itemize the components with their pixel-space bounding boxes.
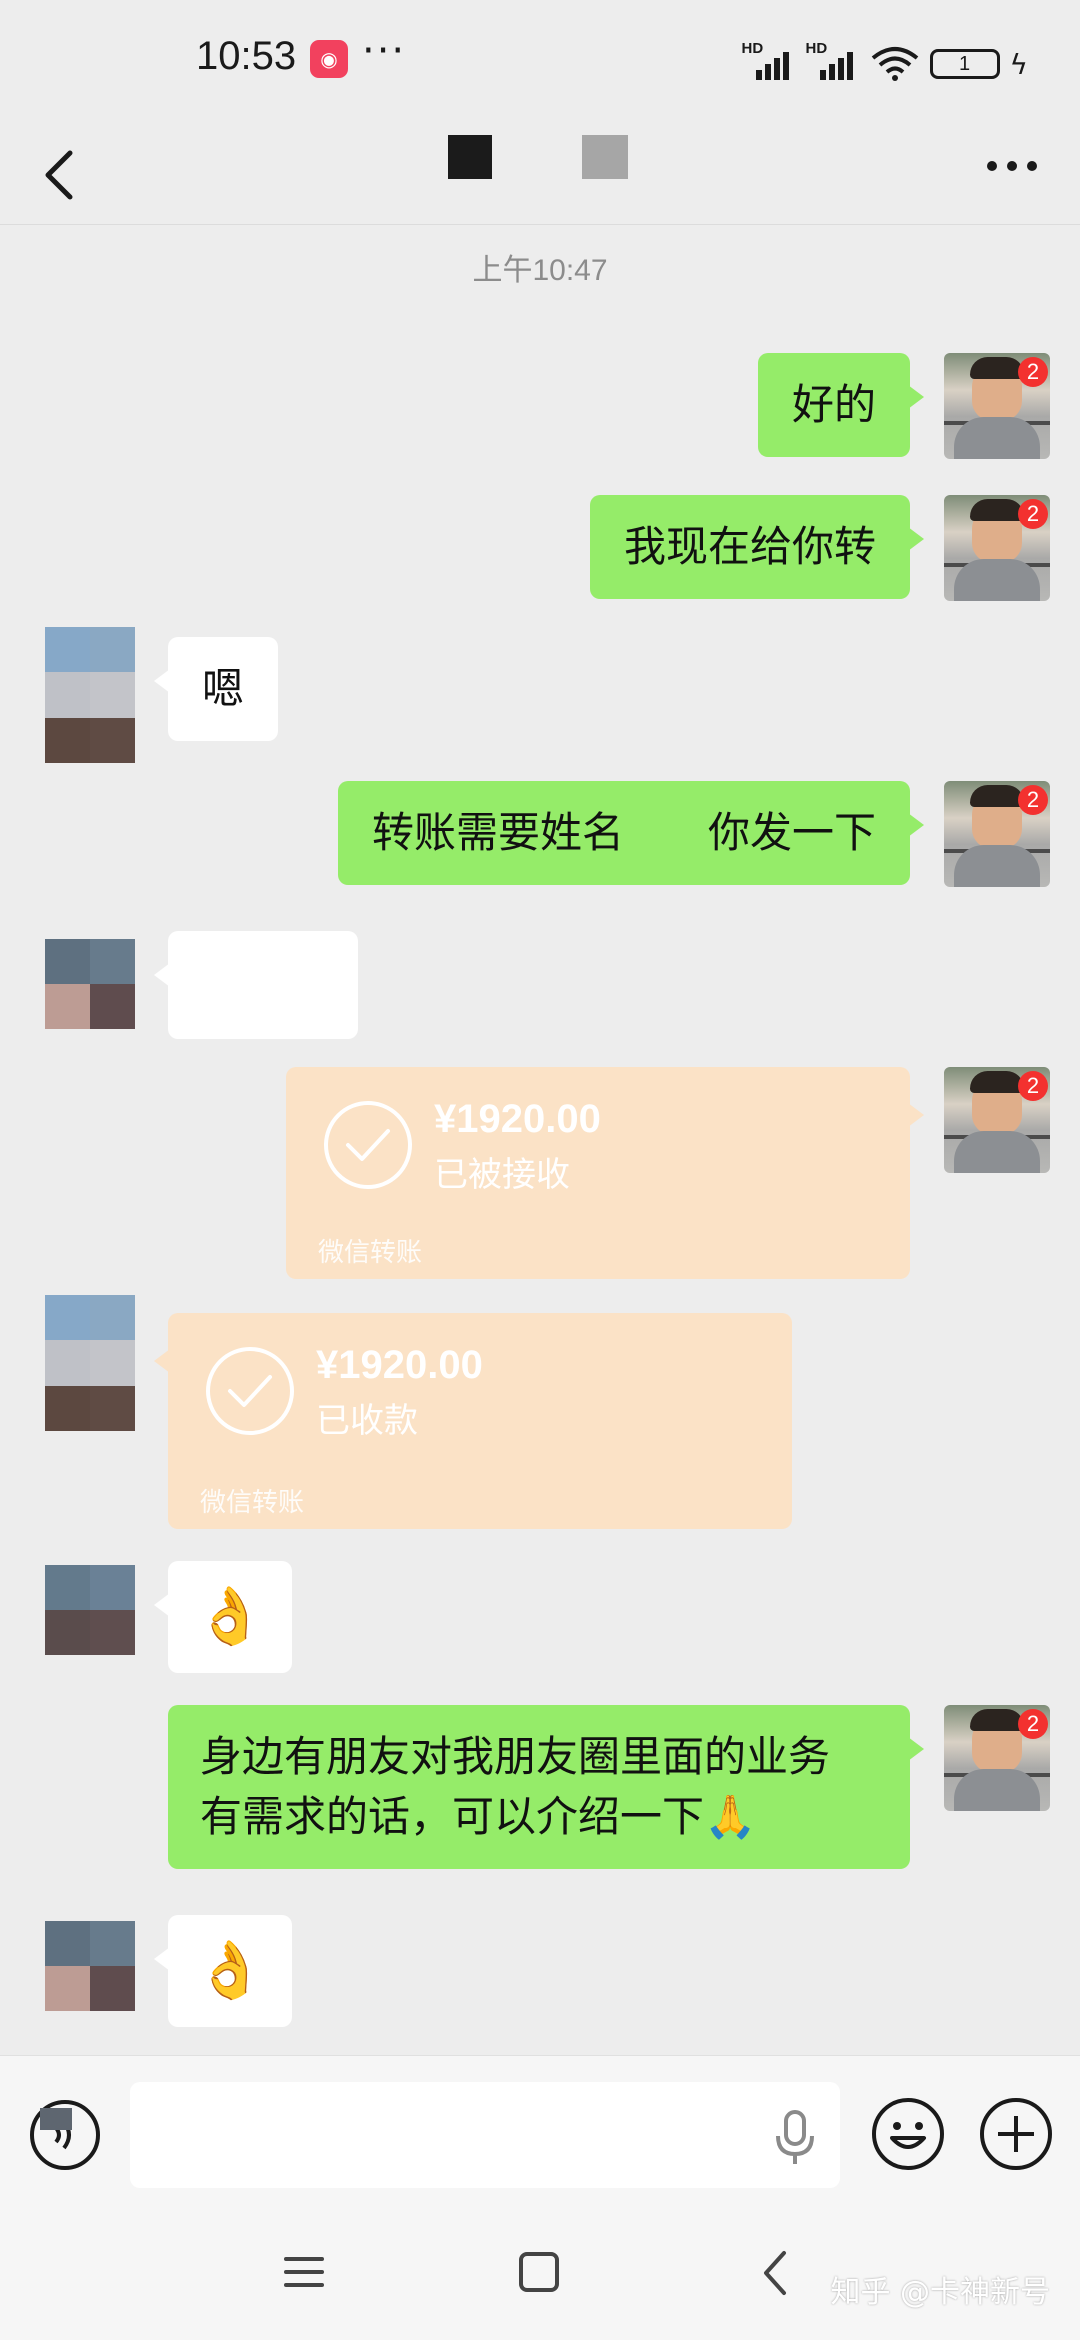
message-bubble[interactable]: 好的 bbox=[757, 353, 925, 457]
microphone-icon[interactable] bbox=[772, 2108, 818, 2168]
system-navigation: 知乎 @卡神新号 bbox=[0, 2205, 1080, 2340]
back-icon[interactable] bbox=[760, 2249, 790, 2297]
contact-name-redacted-2 bbox=[582, 135, 628, 179]
voice-mode-icon[interactable] bbox=[28, 2098, 102, 2172]
chat-header bbox=[0, 125, 1080, 225]
message-bubble[interactable]: 👌 bbox=[154, 1915, 292, 2027]
check-circle-icon bbox=[324, 1101, 412, 1189]
status-icons: HD HD 1 ϟ bbox=[742, 40, 1028, 84]
message-bubble[interactable]: 我现在给你转 bbox=[589, 495, 925, 599]
transfer-footer: 微信转账 bbox=[318, 1238, 423, 1268]
more-dots-icon[interactable] bbox=[984, 151, 1040, 181]
charging-icon: ϟ bbox=[1009, 47, 1028, 81]
message-bubble[interactable]: 身边有朋友对我朋友圈里面的业务 有需求的话，可以介绍一下🙏 bbox=[168, 1705, 924, 1869]
my-avatar[interactable]: 2 bbox=[944, 1705, 1050, 1811]
transfer-card[interactable]: ¥1920.00 已被接收 微信转账 bbox=[286, 1067, 924, 1279]
pray-emoji: 🙏 bbox=[704, 1792, 757, 1841]
input-bar bbox=[0, 2055, 1080, 2205]
transfer-status: 已收款 bbox=[316, 1401, 418, 1441]
contact-avatar[interactable] bbox=[45, 1565, 135, 1655]
ok-hand-emoji: 👌 bbox=[195, 1584, 265, 1649]
my-avatar[interactable]: 2 bbox=[944, 781, 1050, 887]
transfer-status: 已被接收 bbox=[434, 1155, 570, 1195]
avatar-badge: 2 bbox=[1018, 357, 1048, 387]
transfer-amount: ¥1920.00 bbox=[434, 1097, 601, 1141]
my-avatar[interactable]: 2 bbox=[944, 1067, 1050, 1173]
watermark: 知乎 @卡神新号 bbox=[830, 2275, 1050, 2310]
message-bubble-redacted[interactable] bbox=[154, 931, 358, 1039]
app-notification-icon: ◉ bbox=[310, 40, 348, 78]
message-bubble[interactable]: 👌 bbox=[154, 1561, 292, 1673]
avatar-badge: 2 bbox=[1018, 1071, 1048, 1101]
signal-icon-2: HD bbox=[806, 40, 860, 82]
message-bubble[interactable]: 转账需要姓名 你发一下 bbox=[337, 781, 925, 885]
message-bubble[interactable]: 嗯 bbox=[153, 637, 279, 741]
status-time: 10:53 bbox=[196, 34, 297, 78]
transfer-amount: ¥1920.00 bbox=[316, 1343, 483, 1387]
wifi-icon bbox=[871, 47, 918, 81]
message-line: 有需求的话，可以介绍一下🙏 bbox=[200, 1792, 757, 1841]
signal-hd-label-2: HD bbox=[805, 40, 828, 57]
contact-name-redacted bbox=[448, 135, 492, 179]
message-input[interactable] bbox=[130, 2082, 840, 2188]
status-bar: 10:53 ◉ ··· HD HD 1 ϟ bbox=[0, 0, 1080, 125]
avatar-badge: 2 bbox=[1018, 1709, 1048, 1739]
transfer-footer: 微信转账 bbox=[200, 1488, 305, 1518]
my-avatar[interactable]: 2 bbox=[944, 353, 1050, 459]
contact-avatar[interactable] bbox=[45, 1921, 135, 2011]
battery-icon: 1 bbox=[929, 49, 1000, 79]
transfer-card[interactable]: ¥1920.00 已收款 微信转账 bbox=[154, 1313, 792, 1529]
ok-hand-emoji: 👌 bbox=[195, 1938, 265, 2003]
status-more: ··· bbox=[362, 28, 407, 74]
menu-icon[interactable] bbox=[284, 2253, 324, 2291]
contact-avatar[interactable] bbox=[45, 1295, 135, 1431]
home-icon[interactable] bbox=[518, 2251, 560, 2293]
check-circle-icon bbox=[206, 1347, 294, 1435]
avatar-badge: 2 bbox=[1018, 785, 1048, 815]
signal-hd-label: HD bbox=[741, 40, 764, 57]
contact-avatar[interactable] bbox=[45, 627, 135, 763]
emoji-icon[interactable] bbox=[870, 2096, 946, 2172]
plus-icon[interactable] bbox=[978, 2096, 1054, 2172]
chevron-left-icon[interactable] bbox=[40, 147, 80, 203]
contact-avatar[interactable] bbox=[45, 939, 135, 1029]
avatar-badge: 2 bbox=[1018, 499, 1048, 529]
chat-messages[interactable]: 上午10:47 2 好的 2 我现在给你转 嗯 2 转账需要姓名 你发一下 2 bbox=[0, 225, 1080, 2055]
message-line: 身边有朋友对我朋友圈里面的业务 bbox=[200, 1732, 831, 1781]
signal-icon: HD bbox=[742, 40, 796, 82]
my-avatar[interactable]: 2 bbox=[944, 495, 1050, 601]
message-timestamp: 上午10:47 bbox=[472, 254, 608, 287]
